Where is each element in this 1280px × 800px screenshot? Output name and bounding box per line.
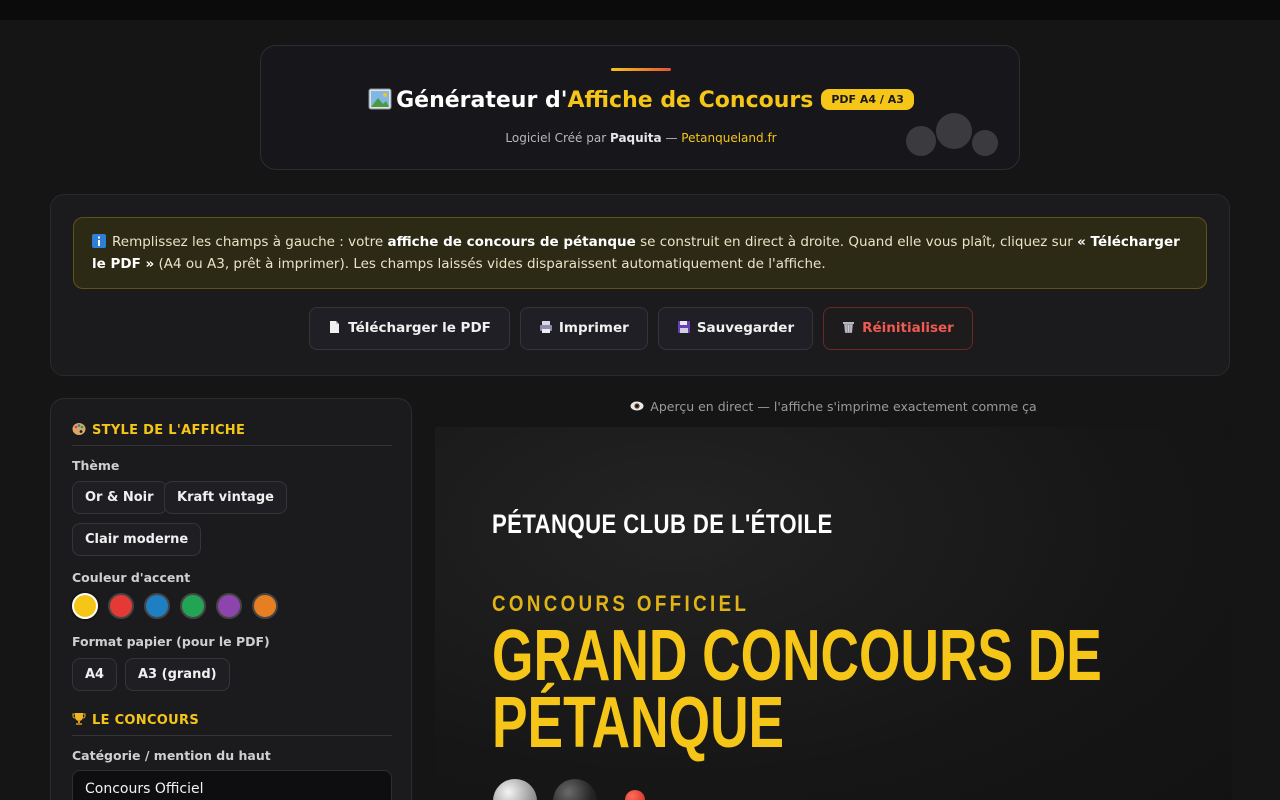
- accent-swatch-blue[interactable]: [144, 593, 170, 619]
- settings-sidebar: STYLE DE L'AFFICHE Thème Or & Noir Kraft…: [50, 398, 412, 800]
- decor-ball: [906, 126, 936, 156]
- floppy-icon: [677, 310, 690, 333]
- trophy-icon: [72, 712, 86, 726]
- subtitle-prefix: Logiciel Créé par: [505, 131, 610, 145]
- page-title: Générateur d'Affiche de Concours PDF A4 /…: [261, 88, 1019, 113]
- notice-text: se construit en direct à droite. Quand e…: [635, 234, 1078, 250]
- section-divider: [72, 445, 392, 446]
- accent-swatch-green[interactable]: [180, 593, 206, 619]
- save-button[interactable]: Sauvegarder: [657, 307, 814, 350]
- category-label: Catégorie / mention du haut: [72, 748, 271, 763]
- eye-icon: [630, 400, 644, 412]
- style-section-label: STYLE DE L'AFFICHE: [92, 423, 246, 438]
- title-prefix: Générateur d': [396, 88, 568, 113]
- download-pdf-label: Télécharger le PDF: [348, 320, 491, 336]
- reset-label: Réinitialiser: [862, 320, 954, 336]
- header-accent-line: [611, 68, 671, 71]
- notice-emphasis: affiche de concours de pétanque: [387, 234, 636, 250]
- download-pdf-button[interactable]: Télécharger le PDF: [309, 307, 510, 350]
- info-icon: [92, 233, 106, 248]
- paper-format-label: Format papier (pour le PDF): [72, 634, 270, 649]
- wastebasket-icon: [842, 310, 855, 333]
- printer-icon: [539, 310, 552, 333]
- reset-button[interactable]: Réinitialiser: [823, 307, 973, 350]
- preview-caption-text: Aperçu en direct — l'affiche s'imprime e…: [650, 399, 1037, 414]
- format-badge: PDF A4 / A3: [821, 89, 914, 110]
- print-label: Imprimer: [558, 320, 629, 336]
- section-divider: [72, 735, 392, 736]
- decor-ball: [936, 113, 972, 149]
- subtitle-separator: —: [661, 131, 682, 145]
- picture-icon: [368, 88, 392, 110]
- poster-club-name: PÉTANQUE CLUB DE L'ÉTOILE: [492, 509, 833, 539]
- document-icon: [328, 310, 341, 333]
- site-link[interactable]: Petanqueland.fr: [681, 131, 776, 145]
- black-boule-icon: [553, 779, 597, 800]
- save-label: Sauvegarder: [696, 320, 795, 336]
- decor-ball: [972, 130, 998, 156]
- category-input[interactable]: Concours Officiel: [72, 770, 392, 800]
- poster-title-line: GRAND CONCOURS DE: [492, 616, 1102, 696]
- poster-preview: PÉTANQUE CLUB DE L'ÉTOILE CONCOURS OFFIC…: [435, 427, 1232, 800]
- action-bar: Télécharger le PDF Imprimer Sauvegarder …: [51, 307, 1231, 350]
- palette-icon: [72, 422, 86, 436]
- notice-text: Remplissez les champs à gauche : votre: [112, 234, 388, 250]
- format-option-a3[interactable]: A3 (grand): [125, 658, 230, 691]
- theme-option-clair-moderne[interactable]: Clair moderne: [72, 523, 202, 556]
- instructions-notice: Remplissez les champs à gauche : votre a…: [73, 217, 1207, 289]
- poster-title: GRAND CONCOURS DE PÉTANQUE: [492, 616, 1158, 763]
- accent-swatch-red[interactable]: [108, 593, 134, 619]
- preview-caption: Aperçu en direct — l'affiche s'imprime e…: [435, 399, 1232, 414]
- contest-section-label: LE CONCOURS: [92, 713, 199, 728]
- cochonnet-icon: [625, 790, 645, 800]
- title-accent: Affiche de Concours: [567, 88, 814, 113]
- theme-option-kraft-vintage[interactable]: Kraft vintage: [164, 481, 287, 514]
- app-header: Générateur d'Affiche de Concours PDF A4 /…: [260, 45, 1020, 170]
- info-panel: Remplissez les champs à gauche : votre a…: [50, 194, 1230, 376]
- silver-boule-icon: [493, 779, 537, 800]
- poster-title-line: PÉTANQUE: [492, 683, 785, 763]
- accent-swatch-yellow[interactable]: [72, 593, 98, 619]
- theme-option-or-noir[interactable]: Or & Noir: [72, 481, 167, 514]
- contest-section-title: LE CONCOURS: [72, 712, 199, 728]
- accent-swatch-purple[interactable]: [216, 593, 242, 619]
- theme-label: Thème: [72, 458, 120, 473]
- accent-swatch-orange[interactable]: [252, 593, 278, 619]
- print-button[interactable]: Imprimer: [519, 307, 648, 350]
- poster-category: CONCOURS OFFICIEL: [492, 591, 750, 616]
- format-option-a4[interactable]: A4: [72, 658, 118, 691]
- notice-text: (A4 ou A3, prêt à imprimer). Les champs …: [154, 256, 826, 272]
- accent-color-label: Couleur d'accent: [72, 570, 191, 585]
- top-bar: [0, 0, 1280, 20]
- style-section-title: STYLE DE L'AFFICHE: [72, 422, 245, 438]
- author-name: Paquita: [609, 131, 662, 145]
